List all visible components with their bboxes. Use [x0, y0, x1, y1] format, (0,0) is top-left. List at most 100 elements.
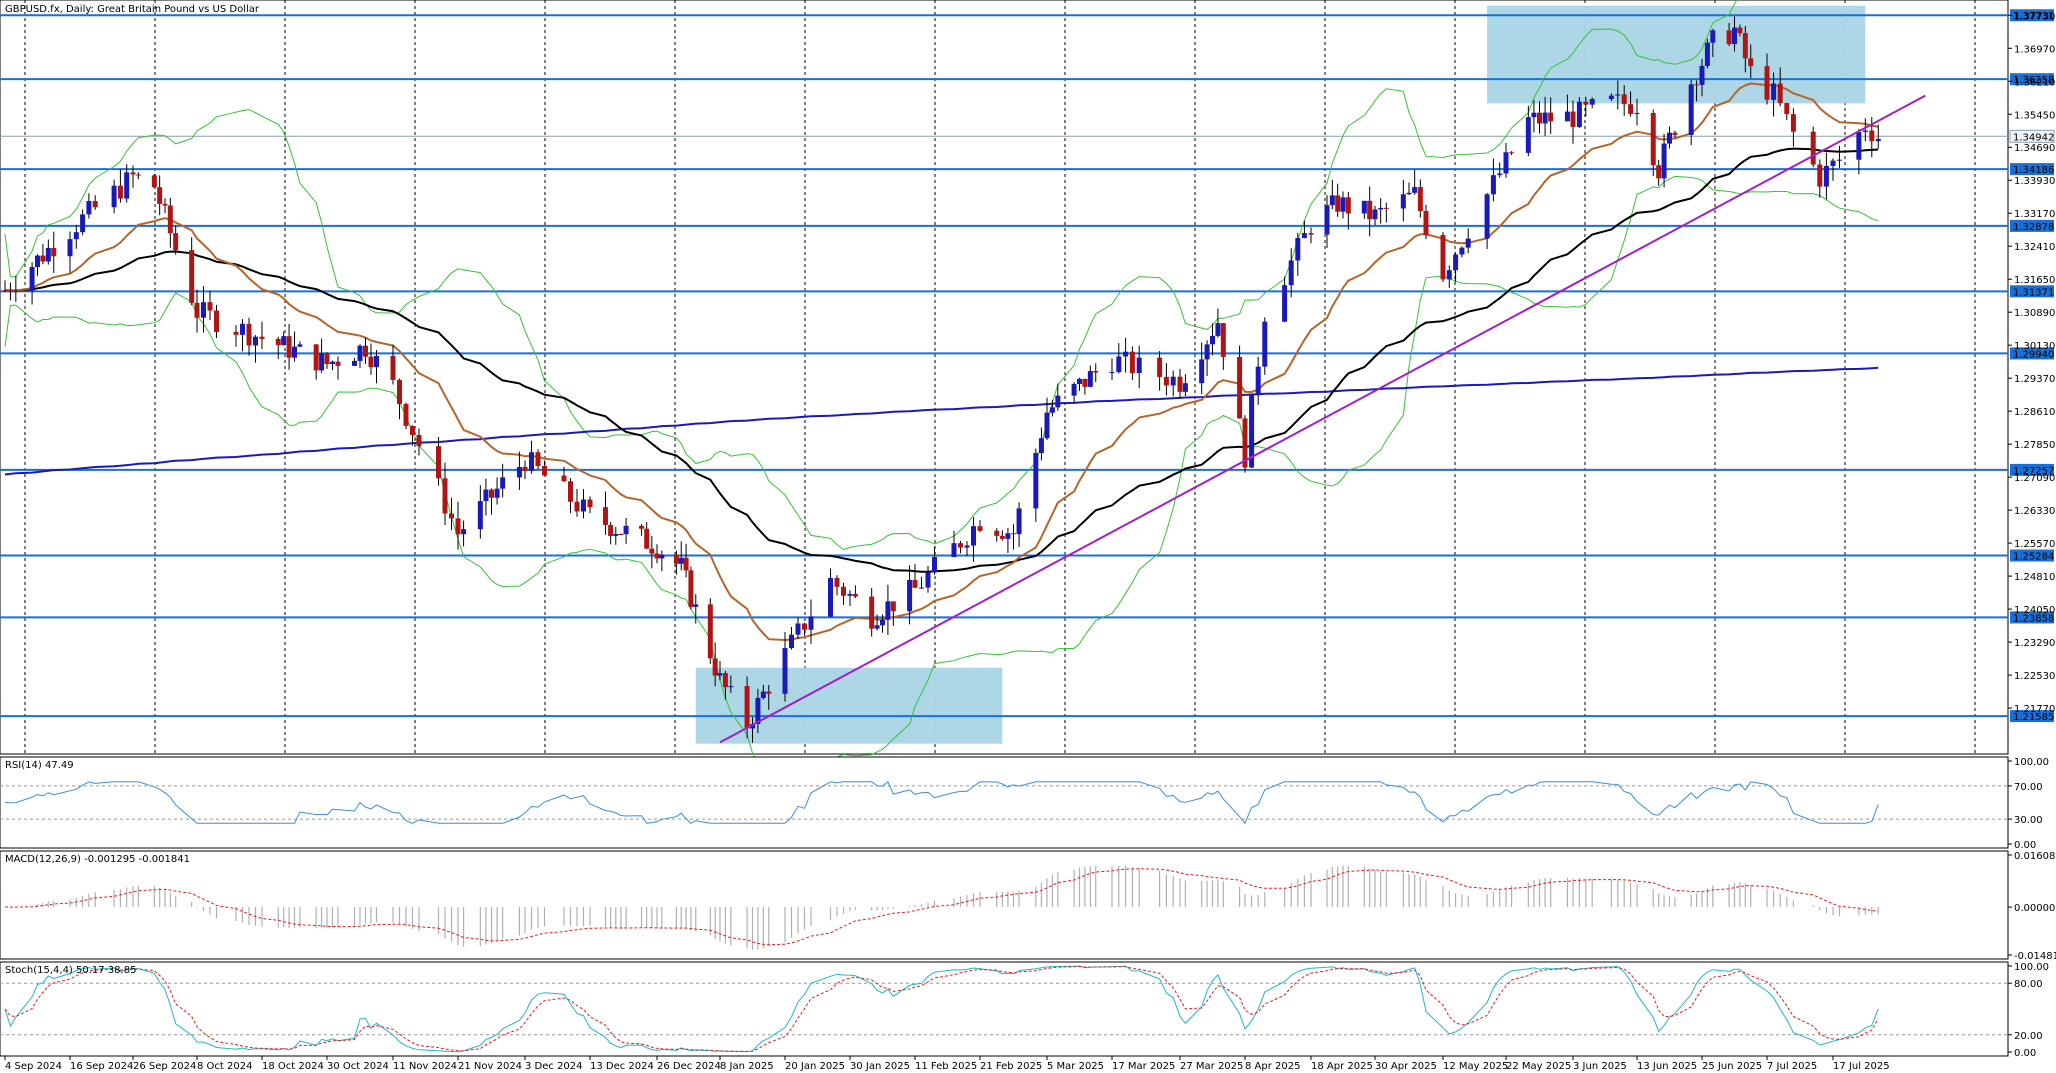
candle-body — [1836, 159, 1842, 161]
chart-canvas[interactable]: GBPUSD.fx, Daily: Great Britain Pound vs… — [0, 0, 2056, 1073]
candle-body — [1564, 111, 1570, 122]
indicator-tick-label: 80.00 — [2014, 979, 2043, 990]
candle-body — [1182, 383, 1188, 392]
price-axis: 1.377311.362581.341861.328781.313711.299… — [2008, 9, 2055, 723]
candle-body — [1823, 165, 1829, 187]
candle-body — [335, 361, 341, 366]
time-tick-label: 17 Mar 2025 — [1112, 1061, 1175, 1072]
chart-title: GBPUSD.fx, Daily: Great Britain Pound vs… — [5, 4, 260, 15]
candle-body — [259, 336, 265, 339]
price-tick-label: 1.33170 — [2014, 209, 2055, 220]
candle-body — [1220, 323, 1226, 357]
candle-body — [907, 579, 913, 612]
price-tick-label: 1.29370 — [2014, 374, 2055, 385]
candle-body — [13, 290, 19, 292]
price-tick-label: 1.23290 — [2014, 638, 2055, 649]
time-tick-label: 13 Jun 2025 — [1637, 1061, 1697, 1072]
candle-body — [1784, 103, 1790, 115]
candle-body — [1077, 378, 1082, 384]
candle-body — [912, 579, 918, 588]
candle-body — [1704, 42, 1710, 66]
candle-body — [111, 185, 117, 208]
candle-body — [1177, 376, 1183, 392]
price-tick-label: 1.30130 — [2014, 341, 2055, 352]
candle-body — [1215, 323, 1221, 336]
price-tick-label: 1.35450 — [2014, 110, 2055, 121]
candle-body — [874, 625, 880, 629]
stoch-panel[interactable]: Stoch(15,4,4) 50.17 38.85 — [0, 961, 2009, 1057]
candle-body — [1465, 238, 1471, 248]
candle-body — [494, 488, 500, 498]
candle-body — [1400, 194, 1406, 209]
candle-body — [214, 310, 219, 332]
candle-body — [51, 247, 57, 257]
candle-body — [35, 255, 40, 268]
candle-body — [688, 570, 694, 607]
price-tick-label: 1.36210 — [2014, 77, 2055, 88]
candle-body — [964, 545, 970, 548]
candle-body — [869, 596, 875, 629]
level-tag-label: 1.25284 — [2013, 552, 2054, 563]
candle-body — [189, 250, 195, 303]
candle-body — [1608, 95, 1614, 100]
candle-body — [659, 554, 665, 559]
macd-panel[interactable]: MACD(12,26,9) -0.001295 -0.001841 — [0, 850, 2009, 960]
candle-body — [1503, 152, 1509, 174]
candle-body — [1282, 285, 1288, 322]
candle-body — [275, 338, 281, 346]
candle-body — [683, 557, 689, 571]
candle-body — [1406, 192, 1412, 195]
candle-body — [1790, 114, 1796, 132]
candle-body — [130, 172, 136, 175]
time-tick-label: 25 Jun 2025 — [1702, 1061, 1762, 1072]
time-axis: 4 Sep 2024 16 Sep 2024 26 Sep 2024 8 Oct 20… — [4, 1056, 1890, 1072]
time-tick-label: 8 Oct 2024 — [197, 1061, 252, 1072]
candle-body — [1163, 376, 1169, 386]
candle-body — [483, 489, 489, 502]
time-tick-label: 30 Oct 2024 — [327, 1061, 389, 1072]
candle-body — [782, 648, 788, 694]
candle-body — [789, 634, 794, 649]
indicator-tick-label: 0.00 — [2014, 840, 2036, 851]
price-tick-label: 1.22530 — [2014, 671, 2055, 682]
candle-body — [852, 593, 858, 597]
candle-body — [977, 526, 983, 531]
candle-body — [246, 323, 252, 346]
indicator-tick-label: 100.00 — [2014, 757, 2049, 768]
candle-body — [368, 356, 374, 368]
time-tick-label: 30 Jan 2025 — [850, 1061, 910, 1072]
candle-body — [374, 355, 379, 368]
candle-body — [649, 548, 655, 554]
candle-body — [240, 323, 245, 335]
candle-body — [2, 290, 8, 292]
candle-body — [1005, 533, 1011, 539]
candle-body — [1856, 132, 1862, 160]
candle-body — [1576, 101, 1582, 127]
candle-body — [29, 267, 35, 291]
candle-body — [1038, 438, 1044, 454]
candle-body — [1548, 112, 1554, 122]
indicator-axes: 100.0070.0030.000.000.0160850.000000-0.0… — [2008, 757, 2056, 1059]
candle-body — [1737, 27, 1743, 34]
candle-body — [834, 577, 840, 587]
candle-body — [1583, 101, 1589, 105]
candle-body — [410, 425, 415, 435]
candle-body — [151, 175, 157, 188]
price-tick-label: 1.24810 — [2014, 572, 2055, 583]
candle-body — [1699, 65, 1705, 85]
macd-panel-frame — [0, 850, 2009, 960]
candle-body — [644, 528, 650, 549]
time-tick-label: 21 Feb 2025 — [980, 1061, 1042, 1072]
time-tick-label: 21 Nov 2024 — [458, 1061, 522, 1072]
candle-body — [1345, 197, 1351, 214]
candle-body — [623, 525, 629, 535]
rsi-panel[interactable]: RSI(14) 47.49 — [0, 756, 2009, 849]
candle-body — [1361, 200, 1367, 214]
time-tick-label: 8 Apr 2025 — [1245, 1061, 1300, 1072]
candle-body — [1417, 187, 1423, 211]
price-tick-label: 1.21770 — [2014, 704, 2055, 715]
price-panel-frame — [0, 0, 2009, 755]
candle-body — [477, 501, 483, 530]
candle-body — [1199, 359, 1205, 384]
candle-body — [1810, 131, 1816, 165]
